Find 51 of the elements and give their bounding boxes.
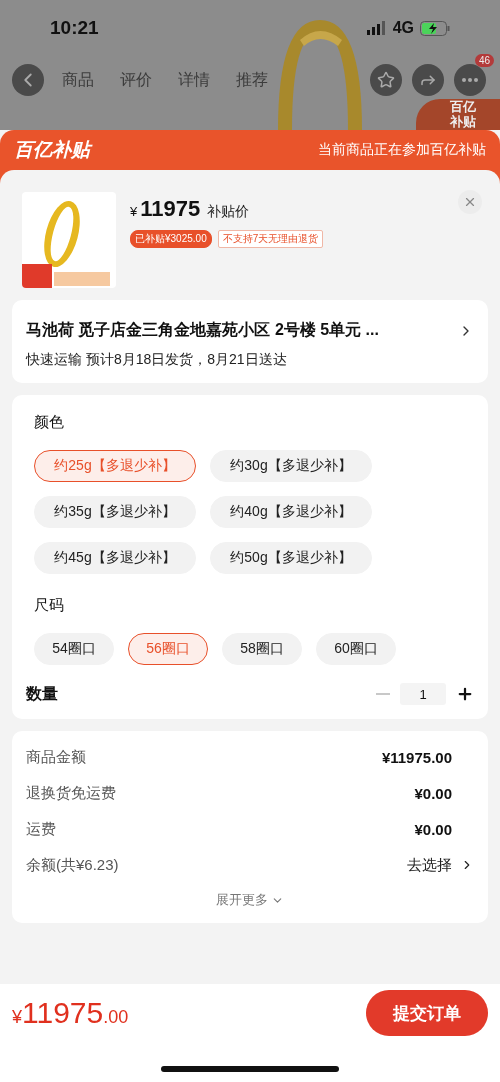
battery-icon: [420, 20, 450, 36]
more-icon: [462, 78, 478, 82]
summary-label: 退换货免运费: [26, 783, 116, 803]
quantity-field[interactable]: 1: [400, 683, 446, 705]
option-chip[interactable]: 约40g【多退少补】: [210, 496, 372, 528]
price-label: 补贴价: [207, 203, 250, 221]
share-button[interactable]: [412, 64, 444, 96]
summary-label: 商品金额: [26, 747, 86, 767]
summary-label: 余额(共¥6.23): [26, 855, 119, 875]
submit-order-button[interactable]: 提交订单: [366, 990, 488, 1036]
quantity-label: 数量: [26, 683, 58, 704]
option-chip[interactable]: 54圈口: [34, 633, 114, 665]
more-button[interactable]: [454, 64, 486, 96]
subsidy-badge[interactable]: 百亿补贴: [416, 99, 500, 130]
policy-tag: 不支持7天无理由退货: [217, 230, 324, 248]
total-amount: 11975: [22, 996, 104, 1030]
increase-button[interactable]: [456, 685, 474, 703]
close-button[interactable]: [458, 190, 482, 214]
option-chip[interactable]: 约35g【多退少补】: [34, 496, 196, 528]
summary-value: ¥0.00: [414, 820, 452, 838]
address-card[interactable]: 马池荷 觅子店金三角金地嘉苑小区 2号楼 5单元 ... 快速运输 预计8月18日发货，8月21日送达: [12, 300, 488, 383]
address-text: 马池荷 觅子店金三角金地嘉苑小区 2号楼 5单元 ...: [26, 320, 379, 340]
back-button[interactable]: [12, 64, 44, 96]
summary-value: ¥11975.00: [381, 748, 452, 766]
option-chip[interactable]: 58圈口: [222, 633, 302, 665]
option-chip[interactable]: 约30g【多退少补】: [210, 450, 372, 482]
total-currency: ¥: [12, 1007, 22, 1028]
select-link[interactable]: 去选择: [407, 855, 474, 875]
close-icon: [463, 195, 477, 209]
star-icon: [377, 71, 395, 89]
subsidy-price: 11975: [140, 196, 201, 222]
favorite-button[interactable]: [370, 64, 402, 96]
option-chip[interactable]: 60圈口: [316, 633, 396, 665]
section-title: 尺码: [33, 595, 65, 615]
count-badge: 46: [474, 54, 494, 67]
delivery-info: 快速运输 预计8月18日发货，8月21日送达: [26, 351, 288, 369]
summary-label: 运费: [26, 819, 56, 839]
network-label: 4G: [392, 19, 414, 37]
minus-icon: [376, 693, 390, 695]
subsidy-note: 当前商品正在参加百亿补贴: [318, 141, 486, 159]
plus-icon: [456, 685, 474, 703]
signal-icon: [366, 21, 387, 35]
summary-value: ¥0.00: [414, 784, 452, 802]
option-chip[interactable]: 约50g【多退少补】: [210, 542, 372, 574]
currency-symbol: ¥: [130, 204, 138, 219]
section-title: 颜色: [33, 412, 65, 432]
status-time: 10:21: [50, 17, 99, 39]
option-chip[interactable]: 约45g【多退少补】: [34, 542, 196, 574]
expand-more-button[interactable]: 展开更多: [216, 883, 284, 909]
total-decimals: .00: [103, 1007, 129, 1028]
subsidy-tag: 已补贴¥3025.00: [130, 230, 212, 248]
